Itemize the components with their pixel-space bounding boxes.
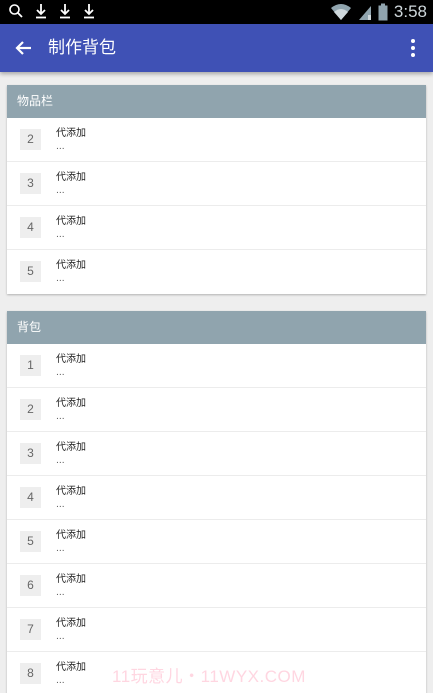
slot-number: 3 xyxy=(20,173,41,194)
clock: 3:58 xyxy=(393,2,427,21)
download-icon xyxy=(84,4,94,19)
inventory-header: 物品栏 xyxy=(7,85,426,118)
signal-icon xyxy=(358,6,371,20)
item-description: ... xyxy=(56,230,65,240)
inventory-row[interactable]: 3 代添加 ... xyxy=(7,162,426,206)
item-description: ... xyxy=(56,456,65,466)
item-name: 代添加 xyxy=(56,354,86,365)
backpack-row[interactable]: 7 代添加 ... xyxy=(7,608,426,652)
overflow-menu-button[interactable] xyxy=(409,36,417,60)
item-description: ... xyxy=(56,412,65,422)
item-name: 代添加 xyxy=(56,260,86,271)
item-description: ... xyxy=(56,186,65,196)
item-description: ... xyxy=(56,588,65,598)
item-description: ... xyxy=(56,676,65,686)
item-name: 代添加 xyxy=(56,128,86,139)
item-description: ... xyxy=(56,274,65,284)
more-vert-icon xyxy=(411,39,415,57)
backpack-header: 背包 xyxy=(7,311,426,344)
slot-number: 8 xyxy=(20,663,41,684)
system-icons: 3:58 xyxy=(330,1,427,23)
slot-number: 4 xyxy=(20,487,41,508)
item-description: ... xyxy=(56,544,65,554)
item-description: ... xyxy=(56,368,65,378)
backpack-row[interactable]: 2 代添加 ... xyxy=(7,388,426,432)
item-name: 代添加 xyxy=(56,172,86,183)
inventory-row[interactable]: 4 代添加 ... xyxy=(7,206,426,250)
item-name: 代添加 xyxy=(56,442,86,453)
item-name: 代添加 xyxy=(56,398,86,409)
slot-number: 3 xyxy=(20,443,41,464)
slot-number: 5 xyxy=(20,261,41,282)
item-name: 代添加 xyxy=(56,662,86,673)
slot-number: 2 xyxy=(20,129,41,150)
app-bar: 制作背包 xyxy=(0,24,433,72)
item-name: 代添加 xyxy=(56,486,86,497)
slot-number: 2 xyxy=(20,399,41,420)
backpack-row[interactable]: 6 代添加 ... xyxy=(7,564,426,608)
item-name: 代添加 xyxy=(56,574,86,585)
item-name: 代添加 xyxy=(56,618,86,629)
backpack-row[interactable]: 5 代添加 ... xyxy=(7,520,426,564)
inventory-card: 物品栏 2 代添加 ... 3 代添加 ... 4 代添加 ... 5 代添加 … xyxy=(7,85,426,294)
battery-icon xyxy=(378,3,388,21)
inventory-row[interactable]: 2 代添加 ... xyxy=(7,118,426,162)
watermark: 11玩意儿・11WYX.COM xyxy=(112,667,306,686)
arrow-back-icon xyxy=(15,41,31,55)
item-description: ... xyxy=(56,142,65,152)
item-description: ... xyxy=(56,500,65,510)
download-icon xyxy=(60,4,70,19)
item-name: 代添加 xyxy=(56,216,86,227)
wifi-icon xyxy=(330,4,351,20)
slot-number: 1 xyxy=(20,355,41,376)
inventory-row[interactable]: 5 代添加 ... xyxy=(7,250,426,294)
item-description: ... xyxy=(56,632,65,642)
backpack-card: 背包 1 代添加 ... 2 代添加 ... 3 代添加 ... 4 代添加 .… xyxy=(7,311,426,693)
slot-number: 6 xyxy=(20,575,41,596)
slot-number: 4 xyxy=(20,217,41,238)
backpack-row[interactable]: 4 代添加 ... xyxy=(7,476,426,520)
slot-number: 7 xyxy=(20,619,41,640)
page-title: 制作背包 xyxy=(48,38,116,58)
backpack-row[interactable]: 1 代添加 ... xyxy=(7,344,426,388)
status-bar: 3:58 xyxy=(0,0,433,24)
slot-number: 5 xyxy=(20,531,41,552)
back-button[interactable] xyxy=(12,36,36,60)
download-icon xyxy=(36,4,46,19)
backpack-row[interactable]: 3 代添加 ... xyxy=(7,432,426,476)
item-name: 代添加 xyxy=(56,530,86,541)
notification-icons xyxy=(8,3,96,19)
search-icon xyxy=(9,4,23,18)
